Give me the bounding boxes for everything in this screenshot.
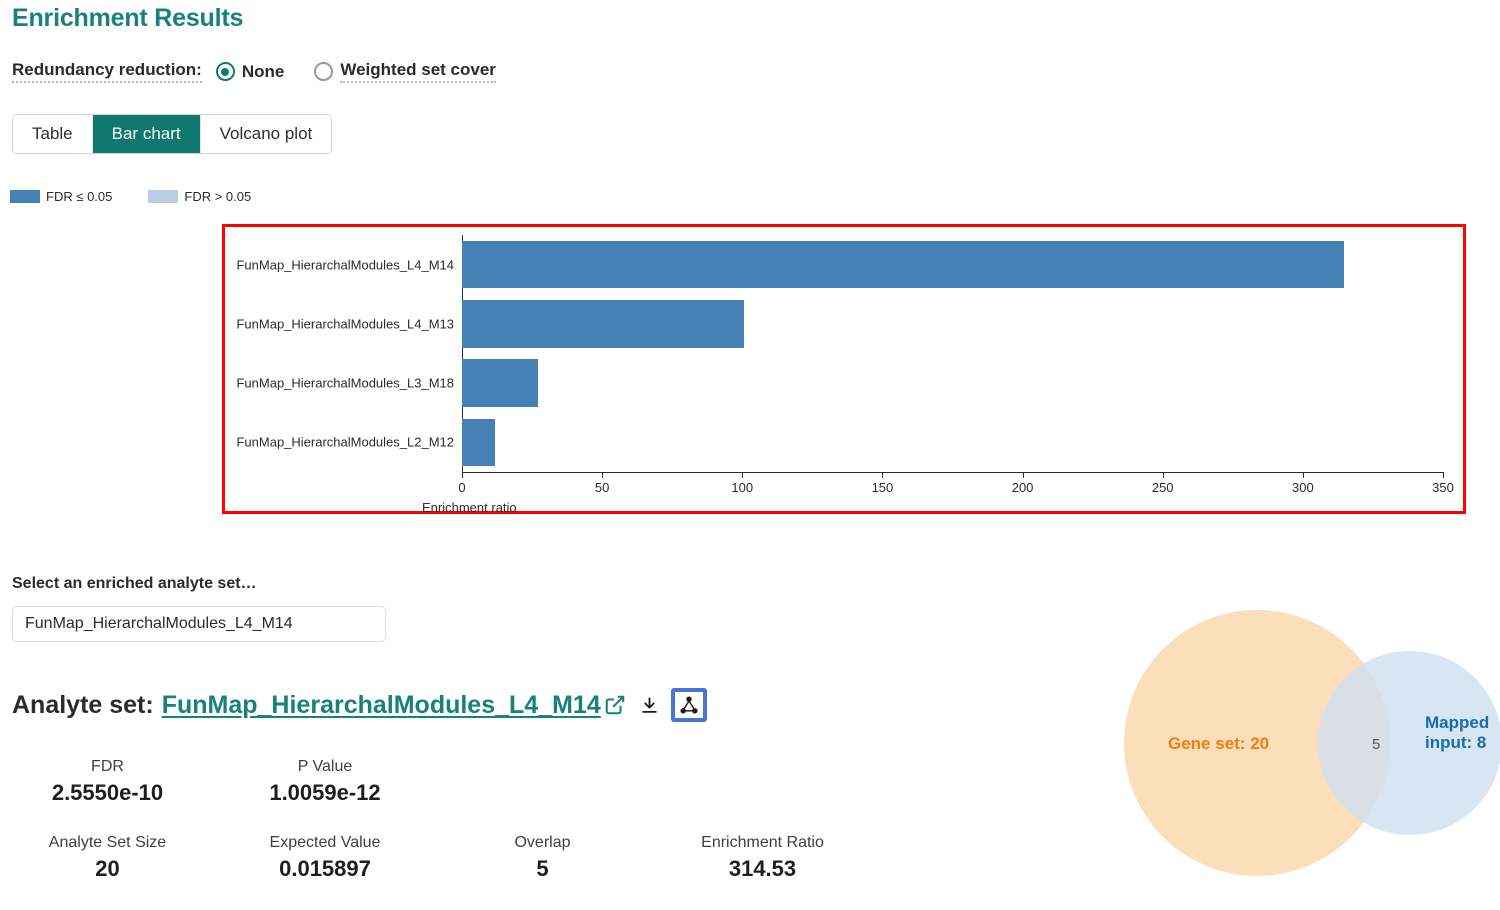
stat-block: Enrichment Ratio 314.53 xyxy=(680,834,845,882)
x-axis-tick xyxy=(1443,472,1444,478)
radio-option-none[interactable]: None xyxy=(215,61,285,82)
x-axis-tick xyxy=(602,472,604,478)
legend-label-nonsignificant: FDR > 0.05 xyxy=(184,189,252,204)
stat-value: 314.53 xyxy=(728,856,797,881)
radio-option-weighted-set-cover[interactable]: Weighted set cover xyxy=(314,60,496,83)
legend-item-fdr-significant: FDR ≤ 0.05 xyxy=(10,189,112,204)
x-axis-tick xyxy=(1302,472,1304,478)
stat-block: Expected Value 0.015897 xyxy=(245,834,405,882)
x-axis-tick-label: 50 xyxy=(594,480,610,495)
analyte-select-input[interactable] xyxy=(12,606,386,642)
x-axis-tick xyxy=(1022,472,1024,478)
tab-table[interactable]: Table xyxy=(13,115,93,153)
x-axis-tick-label: 0 xyxy=(458,480,466,495)
network-graph-button[interactable] xyxy=(670,688,707,722)
x-axis-tick-label: 250 xyxy=(1151,480,1174,495)
venn-label-intersection: 5 xyxy=(1372,736,1381,753)
redundancy-reduction-row: Redundancy reduction: None Weighted set … xyxy=(12,60,496,83)
x-axis-tick xyxy=(742,472,744,478)
bar-rect[interactable] xyxy=(462,359,539,407)
stat-label: FDR xyxy=(91,758,124,775)
venn-label-gene-set: Gene set: 20 xyxy=(1168,734,1270,753)
legend-swatch-significant xyxy=(10,190,40,203)
stat-label: Expected Value xyxy=(269,834,381,851)
x-axis-tick-label: 200 xyxy=(1011,480,1034,495)
stat-label: Overlap xyxy=(514,834,571,851)
x-axis-line xyxy=(462,472,1443,473)
bar-row[interactable]: FunMap_HierarchalModules_L3_M18 xyxy=(236,359,1443,407)
external-link-icon[interactable] xyxy=(604,694,626,716)
stat-value: 1.0059e-12 xyxy=(269,780,381,805)
stat-value: 5 xyxy=(536,856,549,881)
analyte-set-heading: Analyte set: FunMap_HierarchalModules_L4… xyxy=(12,688,707,722)
network-graph-icon xyxy=(674,692,703,718)
stat-label: Enrichment Ratio xyxy=(701,834,824,851)
x-axis-tick xyxy=(882,472,884,478)
x-axis-title: Enrichment ratio xyxy=(422,500,517,515)
tab-volcano-plot[interactable]: Volcano plot xyxy=(200,115,332,153)
x-axis-tick xyxy=(1162,472,1164,478)
tab-bar-chart[interactable]: Bar chart xyxy=(92,115,201,153)
bar-chart-container[interactable]: FunMap_HierarchalModules_L4_M14 FunMap_Hi… xyxy=(222,224,1466,515)
download-icon[interactable] xyxy=(641,696,658,715)
legend-swatch-nonsignificant xyxy=(148,190,179,203)
radio-weighted-set-cover-label: Weighted set cover xyxy=(340,60,496,83)
x-axis-tick-label: 350 xyxy=(1432,480,1454,495)
radio-none-label: None xyxy=(241,61,285,81)
analyte-set-heading-prefix: Analyte set: xyxy=(12,690,154,719)
stat-block: P Value 1.0059e-12 xyxy=(245,758,405,806)
stat-value: 20 xyxy=(95,856,120,881)
radio-none-mark[interactable] xyxy=(215,62,235,81)
bar-rect[interactable] xyxy=(462,418,496,467)
stat-block: FDR 2.5550e-10 xyxy=(30,758,185,806)
bar-chart-plot: FunMap_HierarchalModules_L4_M14 FunMap_Hi… xyxy=(225,227,1463,515)
page-title: Enrichment Results xyxy=(12,4,244,32)
bar-category-label: FunMap_HierarchalModules_L4_M14 xyxy=(236,257,454,273)
bar-rect[interactable] xyxy=(462,240,1344,289)
chart-legend: FDR ≤ 0.05 FDR > 0.05 xyxy=(10,189,251,204)
view-tab-bar: Table Bar chart Volcano plot xyxy=(12,114,333,154)
stat-label: Analyte Set Size xyxy=(48,834,167,851)
bar-category-label: FunMap_HierarchalModules_L3_M18 xyxy=(236,375,454,391)
bar-category-label: FunMap_HierarchalModules_L2_M12 xyxy=(236,434,454,450)
bar-rect[interactable] xyxy=(462,300,745,348)
x-axis-tick-label: 150 xyxy=(871,480,894,495)
x-axis-tick xyxy=(462,472,463,478)
legend-item-fdr-nonsignificant: FDR > 0.05 xyxy=(148,189,251,204)
bar-row[interactable]: FunMap_HierarchalModules_L4_M14 xyxy=(236,240,1443,289)
bar-row[interactable]: FunMap_HierarchalModules_L4_M13 xyxy=(236,300,1443,348)
stat-value: 2.5550e-10 xyxy=(51,780,164,805)
bar-row[interactable]: FunMap_HierarchalModules_L2_M12 xyxy=(236,418,1443,467)
x-axis-tick-label: 300 xyxy=(1291,480,1314,495)
radio-weighted-set-cover-mark[interactable] xyxy=(314,62,334,81)
stat-value: 0.015897 xyxy=(279,856,371,881)
stat-label: P Value xyxy=(297,758,353,775)
venn-label-mapped-input: Mapped input: 8 xyxy=(1425,713,1490,752)
legend-label-significant: FDR ≤ 0.05 xyxy=(46,189,113,204)
venn-diagram: Gene set: 20 5 Mapped input: 8 xyxy=(1120,586,1500,896)
analyte-select-label: Select an enriched analyte set… xyxy=(12,575,257,592)
stat-block: Analyte Set Size 20 xyxy=(25,834,190,882)
x-axis-tick-label: 100 xyxy=(731,480,754,495)
analyte-set-name-link[interactable]: FunMap_HierarchalModules_L4_M14 xyxy=(162,691,601,720)
stat-block: Overlap 5 xyxy=(470,834,615,882)
redundancy-reduction-label: Redundancy reduction: xyxy=(12,60,202,83)
bar-category-label: FunMap_HierarchalModules_L4_M13 xyxy=(236,316,454,332)
redundancy-radio-group: None Weighted set cover xyxy=(215,60,496,83)
